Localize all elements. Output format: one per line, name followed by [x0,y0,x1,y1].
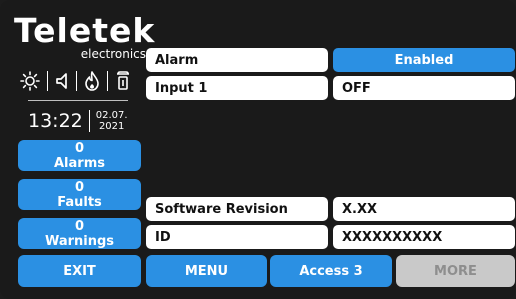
alarm-value-toggle[interactable]: Enabled [333,48,515,72]
alarms-label: Alarms [54,155,105,171]
icon-divider [47,71,48,91]
icon-divider [107,71,108,91]
faults-count: 0 [74,179,85,195]
fire-icon [84,71,100,91]
clock-divider [88,110,90,132]
id-value: XXXXXXXXXX [333,225,515,249]
sun-icon [20,71,40,91]
exit-button[interactable]: EXIT [18,255,141,287]
alarms-count: 0 [74,140,85,156]
warnings-label: Warnings [44,233,115,249]
faults-button[interactable]: 0 Faults [18,179,141,210]
brand-logo: Teletek electronics [14,14,154,62]
speaker-icon [55,71,69,91]
status-icon-row [20,66,148,96]
icon-divider [76,71,77,91]
faults-label: Faults [57,194,102,210]
device-panel: Teletek electronics 13:22 02.07. 2021 0 … [0,0,516,299]
clock-display: 13:22 02.07. 2021 [28,106,128,136]
brand-subtitle: electronics [80,47,146,61]
more-button[interactable]: MORE [396,255,515,287]
clock-date: 02.07. 2021 [96,110,128,132]
input-value[interactable]: OFF [333,76,515,100]
clock-time: 13:22 [28,110,83,132]
id-label: ID [146,225,328,249]
software-revision-value: X.XX [333,197,515,221]
menu-button[interactable]: MENU [146,255,267,287]
warnings-count: 0 [74,218,85,234]
input-label: Input 1 [146,76,328,100]
alarm-label: Alarm [146,48,328,72]
software-revision-label: Software Revision [146,197,328,221]
clock-date-year: 2021 [98,121,125,132]
tamper-icon [115,71,131,91]
status-divider [28,100,128,101]
access-level-button[interactable]: Access 3 [270,255,392,287]
clock-date-day: 02.07. [95,110,128,121]
warnings-button[interactable]: 0 Warnings [18,218,141,249]
brand-name: Teletek [14,11,156,50]
alarms-button[interactable]: 0 Alarms [18,140,141,171]
